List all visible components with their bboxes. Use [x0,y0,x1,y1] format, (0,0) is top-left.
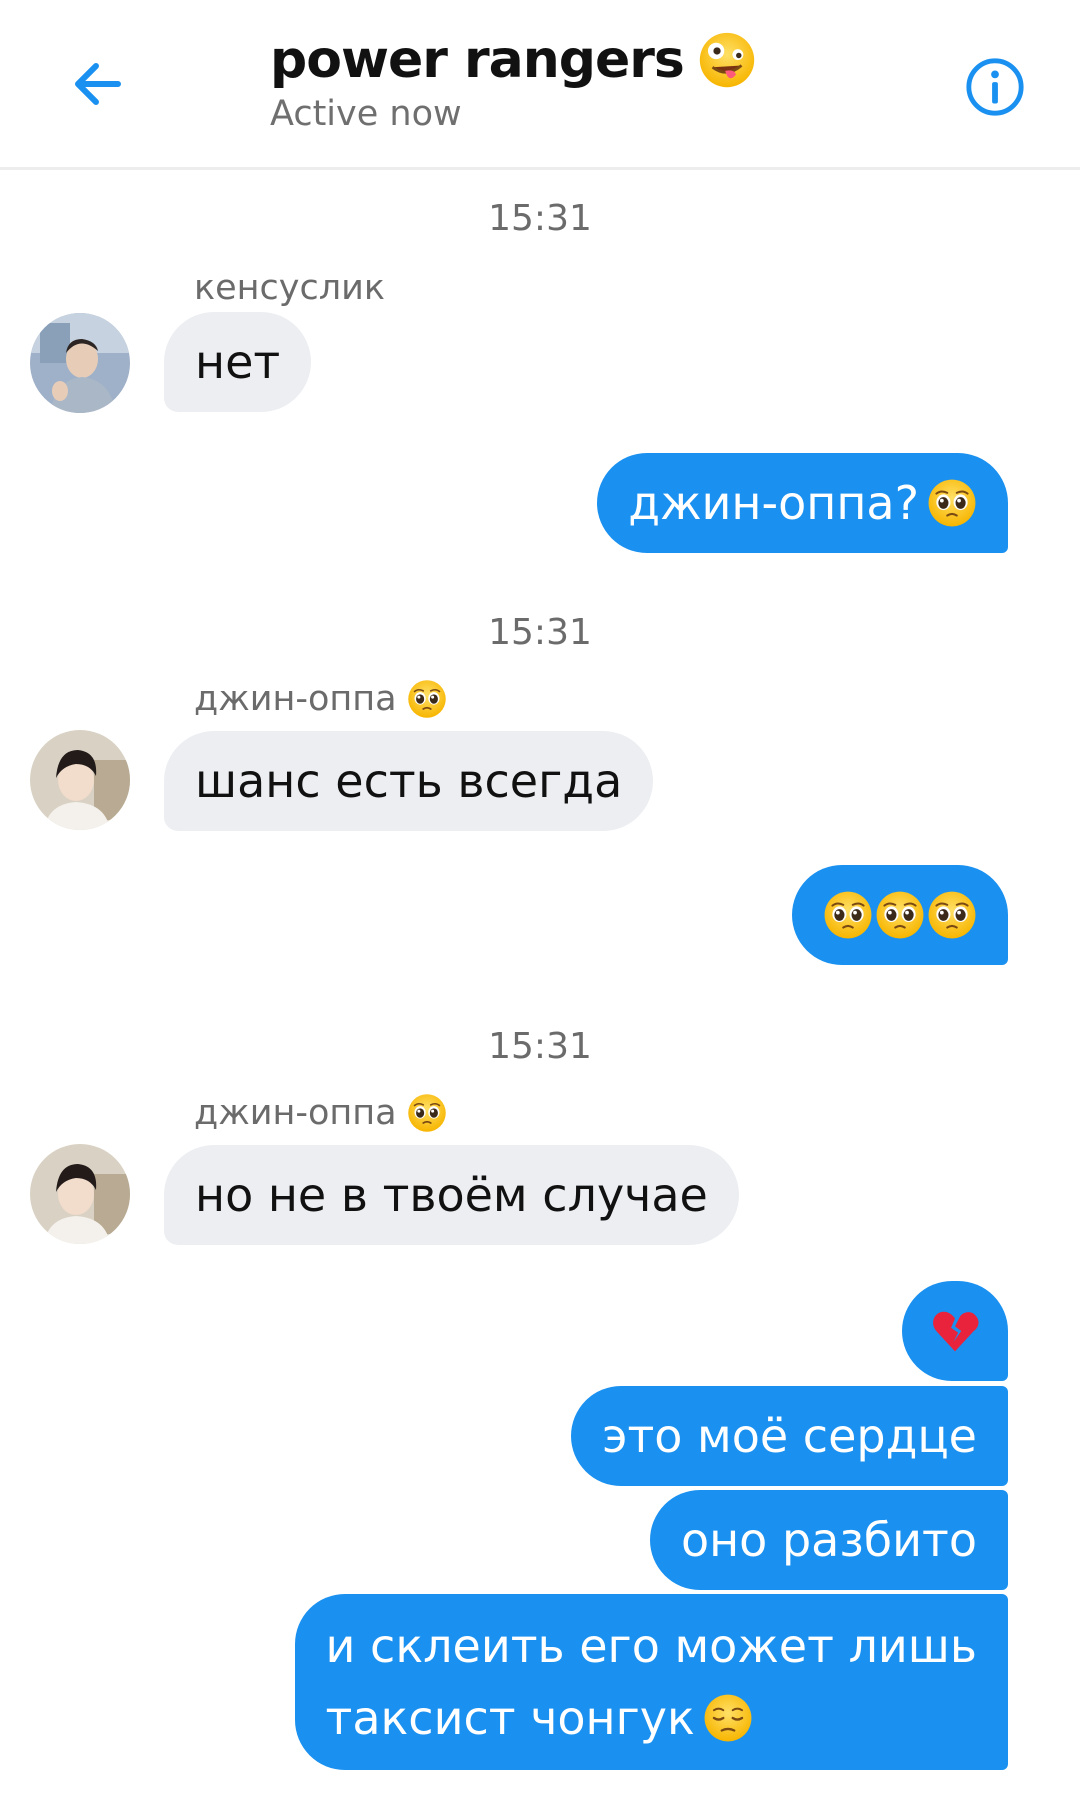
timestamp: 15:31 [488,198,592,239]
pensive-face-icon [703,1693,753,1743]
message-list[interactable]: 15:31 кенсуслик нет джин-оппа? 15:31 джи… [0,170,1080,1808]
sender-name: джин-оппа [194,679,447,719]
pleading-face-icon [875,890,925,940]
incoming-message[interactable]: шанс есть всегда [164,731,654,831]
arrow-left-icon[interactable] [66,52,130,116]
outgoing-message[interactable]: оно разбито [649,1490,1008,1590]
pleading-face-icon [407,679,447,719]
timestamp: 15:31 [488,612,592,653]
outgoing-message[interactable]: это моё сердце [571,1386,1008,1486]
avatar[interactable] [30,1144,130,1244]
avatar-image [30,730,130,830]
outgoing-message[interactable]: джин-оппа? [597,453,1008,553]
chat-header: power rangers Active now [0,0,1080,170]
outgoing-message[interactable]: и склеить его может лишь таксист чонгук [294,1594,1008,1770]
message-line: и склеить его может лишь [325,1619,977,1673]
incoming-message[interactable]: нет [164,312,312,412]
pleading-face-icon [927,890,977,940]
conversation-title: power rangers [270,30,685,90]
outgoing-message[interactable] [902,1281,1008,1381]
incoming-message[interactable]: но не в твоём случае [164,1145,739,1245]
pleading-face-icon [927,478,977,528]
broken-heart-icon [930,1306,980,1356]
info-icon[interactable] [964,56,1026,118]
pleading-face-icon [407,1093,447,1133]
sender-label: джин-оппа [194,679,397,719]
zany-face-icon [698,31,756,89]
active-status: Active now [270,94,462,134]
outgoing-message[interactable] [792,865,1008,965]
sender-name: джин-оппа [194,1093,447,1133]
conversation-title-block[interactable]: power rangers Active now [270,30,756,134]
message-line: таксист чонгук [325,1691,695,1745]
timestamp: 15:31 [488,1026,592,1067]
sender-name: кенсуслик [194,268,385,308]
sender-label: джин-оппа [194,1093,397,1133]
message-line-with-emoji: таксист чонгук [326,1682,977,1754]
sender-label: кенсуслик [194,268,386,308]
avatar[interactable] [30,730,130,830]
avatar[interactable] [30,313,130,413]
avatar-image [30,1144,130,1244]
message-text: джин-оппа? [628,476,919,530]
pleading-face-icon [823,890,873,940]
avatar-image [30,313,130,413]
